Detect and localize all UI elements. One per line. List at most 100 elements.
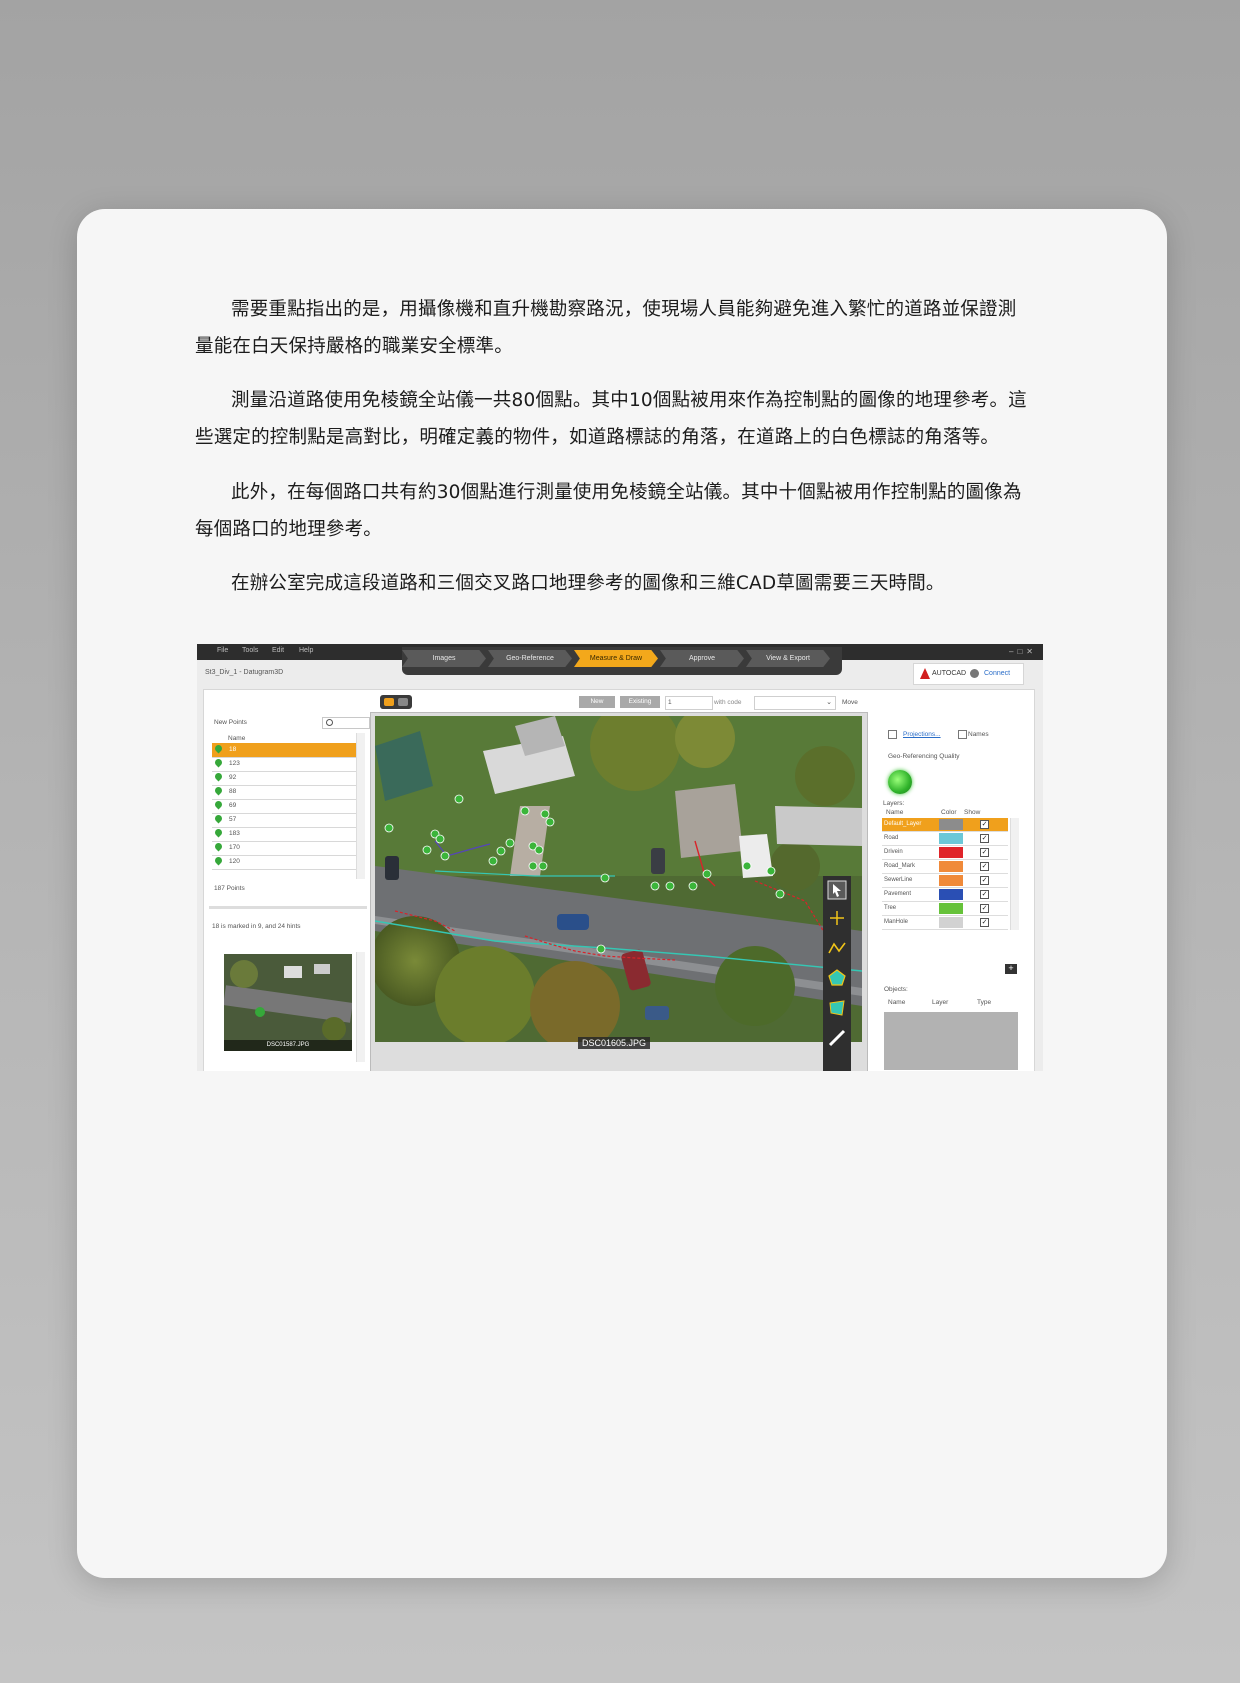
window-controls[interactable]: –□✕ (1009, 647, 1037, 656)
paragraph-4: 在辦公室完成這段道路和三個交叉路口地理參考的圖像和三維CAD草圖需要三天時間。 (231, 573, 945, 594)
cursor-tool-icon[interactable] (827, 880, 847, 900)
checkbox-checked-icon[interactable]: ✓ (980, 834, 989, 843)
list-item[interactable]: 170 (212, 841, 356, 856)
checkbox-checked-icon[interactable]: ✓ (980, 904, 989, 913)
point-number-input[interactable]: 1 (665, 696, 713, 710)
geo-quality-label: Geo-Referencing Quality (888, 753, 960, 760)
workflow-steps: Images Geo-Reference Measure & Draw Appr… (402, 647, 842, 675)
list-item[interactable]: 88 (212, 785, 356, 800)
paragraph-1: 需要重點指出的是，用攝像機和直升機勘察路況，使現場人員能夠避免進入繁忙的道路並保… (195, 299, 1017, 357)
chevron-down-icon: ⌄ (826, 699, 832, 706)
step-measure-draw[interactable]: Measure & Draw (574, 650, 658, 667)
list-item[interactable]: 183 (212, 827, 356, 842)
point-tool-icon[interactable] (827, 908, 847, 928)
layers-scrollbar[interactable] (1010, 818, 1019, 930)
layer-row[interactable]: ManHole ✓ (882, 916, 1008, 930)
image-viewport[interactable]: DSC01605.JPG (370, 712, 868, 1071)
paragraph-2: 測量沿道路使用免棱鏡全站儀一共80個點。其中10個點被用來作為控制點的圖像的地理… (195, 390, 1027, 448)
polyline-tool-icon[interactable] (827, 938, 847, 958)
area-tool-icon[interactable] (827, 998, 847, 1018)
add-layer-button[interactable]: + (1005, 964, 1017, 974)
names-checkbox[interactable] (958, 730, 967, 739)
step-geo-reference[interactable]: Geo-Reference (488, 650, 572, 667)
workspace: New Points Name 18 123 92 88 69 57 183 1… (203, 689, 1035, 1071)
list-item[interactable]: 123 (212, 757, 356, 772)
image-thumbnail[interactable]: DSC01587.JPG (224, 954, 352, 1051)
autocad-logo-icon (920, 668, 930, 679)
names-label: Names (968, 731, 989, 738)
layer-row[interactable]: SewerLine ✓ (882, 874, 1008, 888)
layers-col-color: Color (941, 809, 957, 816)
checkbox-checked-icon[interactable]: ✓ (980, 862, 989, 871)
checkbox-checked-icon[interactable]: ✓ (980, 848, 989, 857)
connection-status-icon (970, 669, 979, 678)
layer-row[interactable]: Pavement ✓ (882, 888, 1008, 902)
measure-tool-icon[interactable] (827, 1028, 847, 1048)
checkbox-checked-icon[interactable]: ✓ (980, 890, 989, 899)
points-search-input[interactable] (322, 717, 370, 729)
menu-edit[interactable]: Edit (272, 647, 284, 654)
layer-color-swatch[interactable] (939, 889, 963, 900)
checkbox-checked-icon[interactable]: ✓ (980, 918, 989, 927)
step-view-export[interactable]: View & Export (746, 650, 830, 667)
list-item[interactable]: 57 (212, 813, 356, 828)
menu-file[interactable]: File (217, 647, 228, 654)
layer-row[interactable]: Road_Mark ✓ (882, 860, 1008, 874)
polygon-tool-icon[interactable] (827, 968, 847, 988)
layers-col-show: Show (964, 809, 981, 816)
thumbnails-scrollbar[interactable] (356, 952, 365, 1062)
geo-quality-indicator-icon (888, 770, 912, 794)
list-item[interactable]: 18 (212, 743, 356, 758)
code-select[interactable]: ⌄ (754, 696, 836, 710)
search-icon (326, 719, 333, 726)
map-marker-icon (213, 757, 224, 768)
panel-divider[interactable] (209, 906, 367, 909)
marker-hint: 18 is marked in 9, and 24 hints (212, 923, 301, 930)
layer-color-swatch[interactable] (939, 819, 963, 830)
with-code-label: with code (714, 699, 742, 706)
layers-title: Layers: (883, 800, 905, 807)
menu-tools[interactable]: Tools (242, 647, 258, 654)
layer-color-swatch[interactable] (939, 847, 963, 858)
list-item[interactable]: 120 (212, 855, 356, 870)
existing-button[interactable]: Existing (620, 696, 660, 708)
projections-link[interactable]: Projections... (903, 731, 941, 738)
layer-color-swatch[interactable] (939, 917, 963, 928)
map-marker-icon (213, 743, 224, 754)
projections-checkbox[interactable] (888, 730, 897, 739)
list-item[interactable]: 92 (212, 771, 356, 786)
connect-link[interactable]: Connect (984, 670, 1010, 677)
points-column-name: Name (228, 735, 246, 742)
map-marker-icon (213, 799, 224, 810)
layer-row[interactable]: Default_Layer ✓ (882, 818, 1008, 832)
map-marker-icon (213, 785, 224, 796)
new-button[interactable]: New (579, 696, 615, 708)
objects-col-name: Name (888, 999, 906, 1006)
layer-color-swatch[interactable] (939, 875, 963, 886)
step-approve[interactable]: Approve (660, 650, 744, 667)
points-scrollbar[interactable] (356, 733, 365, 879)
thumbnail-caption: DSC01587.JPG (224, 1040, 352, 1051)
view-toggle[interactable] (380, 695, 412, 709)
layer-color-swatch[interactable] (939, 833, 963, 844)
checkbox-checked-icon[interactable]: ✓ (980, 820, 989, 829)
points-panel-title: New Points (214, 719, 247, 726)
layer-color-swatch[interactable] (939, 903, 963, 914)
map-marker-icon (213, 841, 224, 852)
points-count: 187 Points (214, 885, 245, 892)
layer-row[interactable]: Tree ✓ (882, 902, 1008, 916)
software-screenshot: File Tools Edit Help –□✕ Images Geo-Refe… (197, 644, 1043, 1071)
checkbox-checked-icon[interactable]: ✓ (980, 876, 989, 885)
menu-help[interactable]: Help (299, 647, 313, 654)
objects-list[interactable] (884, 1012, 1018, 1070)
objects-col-layer: Layer (932, 999, 949, 1006)
layer-color-swatch[interactable] (939, 861, 963, 872)
layer-row[interactable]: Road ✓ (882, 832, 1008, 846)
layer-row[interactable]: Drivein ✓ (882, 846, 1008, 860)
map-marker-icon (213, 827, 224, 838)
step-images[interactable]: Images (402, 650, 486, 667)
list-item[interactable]: 69 (212, 799, 356, 814)
map-marker-icon (213, 855, 224, 866)
move-label[interactable]: Move (842, 699, 858, 706)
objects-col-type: Type (977, 999, 992, 1006)
